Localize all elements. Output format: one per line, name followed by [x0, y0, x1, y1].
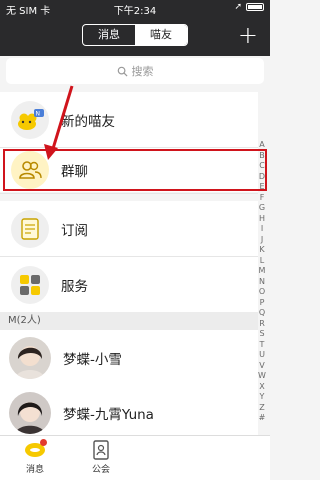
tab-friends[interactable]: 喵友	[135, 25, 187, 45]
index-letter[interactable]: H	[259, 214, 265, 225]
tab-messages[interactable]: 消息	[83, 25, 135, 45]
index-letter[interactable]: F	[260, 193, 265, 204]
guild-icon	[89, 440, 113, 460]
subscribe-icon	[11, 209, 49, 248]
new-friends-icon: N	[11, 100, 49, 139]
message-icon	[23, 439, 47, 460]
svg-text:N: N	[36, 110, 41, 117]
highlight-box	[3, 149, 267, 191]
contact-name: 梦蝶-小雪	[63, 351, 122, 368]
contact-row[interactable]: 梦蝶-小雪	[0, 330, 258, 385]
index-letter[interactable]: W	[258, 371, 266, 382]
status-right: ➚	[234, 2, 264, 12]
tabbar-label: 消息	[25, 465, 44, 475]
index-letter[interactable]: S	[259, 329, 264, 340]
index-letter[interactable]: Y	[260, 392, 265, 403]
index-letter[interactable]: M	[259, 266, 266, 277]
location-icon: ➚	[234, 2, 242, 12]
avatar	[9, 391, 51, 434]
status-bar: 无 SIM 卡 下午2:34 ➚	[0, 0, 270, 17]
index-letter[interactable]: U	[259, 350, 265, 361]
avatar	[9, 336, 51, 379]
index-letter[interactable]: Z	[259, 403, 264, 414]
index-letter[interactable]: V	[259, 361, 264, 372]
contact-name: 梦蝶-九霄Yuna	[63, 406, 154, 423]
search-icon	[117, 66, 128, 77]
index-letter[interactable]: C	[259, 161, 265, 172]
clock: 下午2:34	[113, 6, 157, 17]
index-letter[interactable]: T	[260, 340, 265, 351]
entry-label: 服务	[61, 278, 88, 295]
entry-new-friends[interactable]: N 新的喵友	[0, 92, 258, 147]
tab-bar: 消息 公会	[0, 435, 270, 480]
section-header: M(2人)	[0, 312, 258, 330]
index-letter[interactable]: Q	[259, 308, 265, 319]
tabbar-label: 公会	[91, 465, 110, 475]
index-letter[interactable]: D	[259, 172, 265, 183]
battery-icon	[246, 3, 264, 11]
entry-label: 订阅	[61, 222, 88, 239]
entry-subscribe[interactable]: 订阅	[0, 201, 258, 256]
index-letter[interactable]: O	[259, 287, 265, 298]
index-letter[interactable]: #	[259, 413, 266, 424]
index-letter[interactable]: K	[259, 245, 264, 256]
search-placeholder: 搜索	[131, 65, 154, 78]
services-icon	[11, 265, 49, 304]
segment-control: 消息 喵友	[82, 24, 188, 46]
entry-label: 新的喵友	[61, 113, 115, 130]
tabbar-messages[interactable]: 消息	[10, 439, 60, 475]
index-letter[interactable]: B	[259, 151, 265, 162]
index-letter[interactable]: P	[260, 298, 265, 309]
index-letter[interactable]: X	[259, 382, 264, 393]
top-header: 无 SIM 卡 下午2:34 ➚ 消息 喵友 +	[0, 0, 270, 56]
index-letter[interactable]: G	[259, 203, 265, 214]
index-letter[interactable]: I	[261, 224, 263, 235]
divider	[0, 193, 258, 194]
index-letter[interactable]: J	[261, 235, 263, 246]
entry-services[interactable]: 服务	[0, 257, 258, 312]
badge-dot	[40, 439, 47, 446]
index-letter[interactable]: R	[259, 319, 265, 330]
index-letter[interactable]: N	[259, 277, 265, 288]
index-letter[interactable]: L	[260, 256, 264, 267]
index-letter[interactable]: E	[259, 182, 264, 193]
contact-row[interactable]: 梦蝶-九霄Yuna	[0, 385, 258, 440]
alphabet-index[interactable]: A B C D E F G H I J K L M N O P Q R S T U V W X Y Z #	[256, 140, 268, 424]
search-input[interactable]: 搜索	[6, 58, 264, 84]
index-letter[interactable]: A	[259, 140, 264, 151]
plus-icon[interactable]: +	[238, 23, 258, 47]
tabbar-guild[interactable]: 公会	[76, 440, 126, 475]
